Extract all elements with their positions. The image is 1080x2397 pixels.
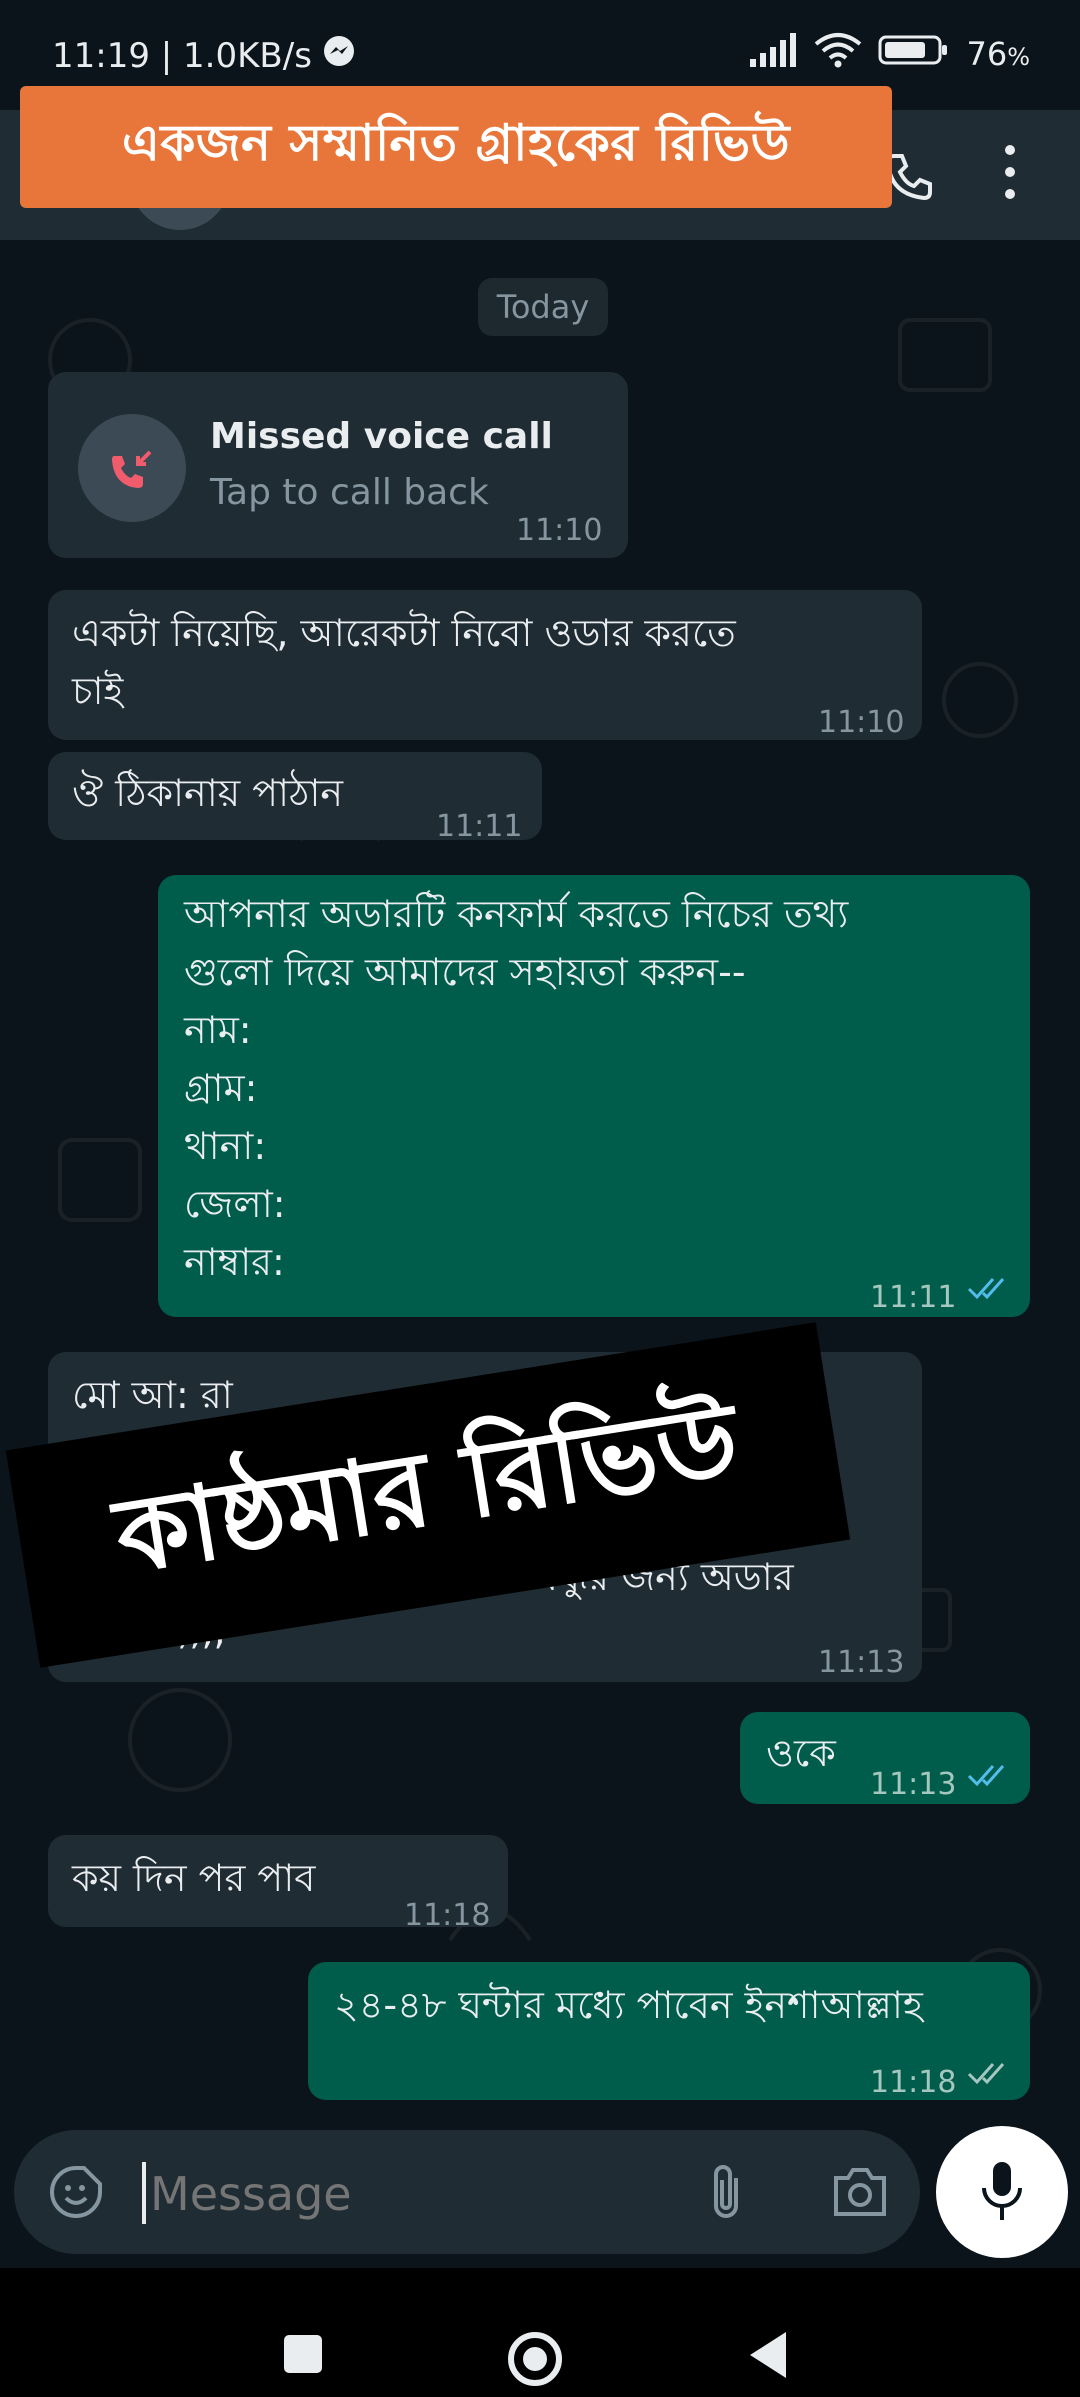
status-time-speed: 11:19 | 1.0KB/s [52, 35, 312, 76]
message-line: আপনার অডারটি কনফার্ম করতে নিচের তথ্য [184, 892, 849, 936]
status-left: 11:19 | 1.0KB/s [52, 34, 356, 77]
more-options-icon[interactable] [1005, 145, 1017, 211]
recents-icon[interactable] [282, 2333, 324, 2375]
message-time: 11:18 [404, 1898, 491, 1933]
system-nav-bar [0, 2268, 1080, 2397]
home-icon[interactable] [506, 2330, 564, 2388]
missed-call-bubble[interactable]: Missed voice call Tap to call back 11:10 [48, 372, 628, 558]
message-input[interactable] [148, 2160, 672, 2228]
missed-call-subtitle[interactable]: Tap to call back [210, 464, 489, 522]
voice-message-button[interactable] [936, 2126, 1068, 2258]
delivered-ticks-icon [967, 2063, 1005, 2085]
message-time: 11:18 [870, 2065, 957, 2100]
message-text: আপনার অডারটি কনফার্ম করতে নিচের তথ্য গুল… [184, 885, 848, 1291]
attach-icon[interactable] [706, 2160, 746, 2224]
message-line: নাম: [184, 1008, 252, 1052]
message-time: 11:13 [870, 1767, 957, 1802]
message-composer [14, 2130, 920, 2254]
message-bubble-outgoing[interactable]: ২৪-৪৮ ঘন্টার মধ্যে পাবেন ইনশাআল্লাহ 11:1… [308, 1962, 1030, 2100]
message-text: কয় দিন পর পাব [72, 1856, 316, 1900]
read-ticks-icon [967, 1765, 1005, 1787]
message-text: ২৪-৪৮ ঘন্টার মধ্যে পাবেন ইনশাআল্লাহ [334, 1983, 923, 2027]
status-right: 76% [748, 32, 1030, 76]
message-line: নাম্বার: [184, 1240, 285, 1284]
date-divider: Today [478, 278, 608, 336]
message-line: থানা: [184, 1124, 267, 1168]
message-bubble-incoming[interactable]: একটা নিয়েছি, আরেকটা নিবো ওডার করতে চাই … [48, 590, 922, 740]
message-text: একটা নিয়েছি, আরেকটা নিবো ওডার করতে চাই [72, 604, 736, 720]
text-cursor [142, 2162, 146, 2224]
message-time: 11:11 [870, 1280, 957, 1315]
camera-icon[interactable] [830, 2164, 890, 2220]
message-line: একটা নিয়েছি, আরেকটা নিবো ওডার করতে [72, 611, 736, 655]
message-line: মো আ: রা [72, 1373, 233, 1417]
message-bubble-outgoing[interactable]: ওকে 11:13 [740, 1712, 1030, 1804]
message-text: ওকে [766, 1731, 836, 1775]
missed-call-icon [78, 414, 186, 522]
emoji-sticker-icon[interactable] [48, 2164, 104, 2220]
message-time: 11:10 [818, 705, 905, 740]
message-time: 11:11 [436, 809, 523, 844]
wifi-icon [814, 32, 862, 76]
battery-level: 76% [966, 35, 1030, 73]
read-ticks-icon [967, 1278, 1005, 1300]
message-bubble-incoming[interactable]: কয় দিন পর পাব 11:18 [48, 1835, 508, 1933]
message-line: গুলো দিয়ে আমাদের সহায়তা করুন-- [184, 950, 746, 994]
missed-call-title: Missed voice call [210, 416, 553, 457]
signal-icon [748, 33, 798, 75]
mic-icon [982, 2162, 1022, 2220]
message-line: গ্রাম: [184, 1066, 258, 1110]
message-time: 11:10 [516, 513, 603, 548]
message-line: জেলা: [184, 1182, 286, 1226]
message-bubble-outgoing[interactable]: আপনার অডারটি কনফার্ম করতে নিচের তথ্য গুল… [158, 875, 1030, 1317]
back-nav-icon[interactable] [746, 2330, 790, 2380]
messenger-icon [322, 34, 356, 77]
message-bubble-incoming[interactable]: ঔ ঠিকানায় পাঠান 11:11 [48, 752, 542, 844]
review-banner: একজন সম্মানিত গ্রাহকের রিভিউ [20, 86, 892, 208]
message-text: ঔ ঠিকানায় পাঠান [72, 771, 344, 815]
battery-icon [878, 33, 950, 75]
message-line: চাই [72, 669, 124, 713]
message-time: 11:13 [818, 1645, 905, 1680]
